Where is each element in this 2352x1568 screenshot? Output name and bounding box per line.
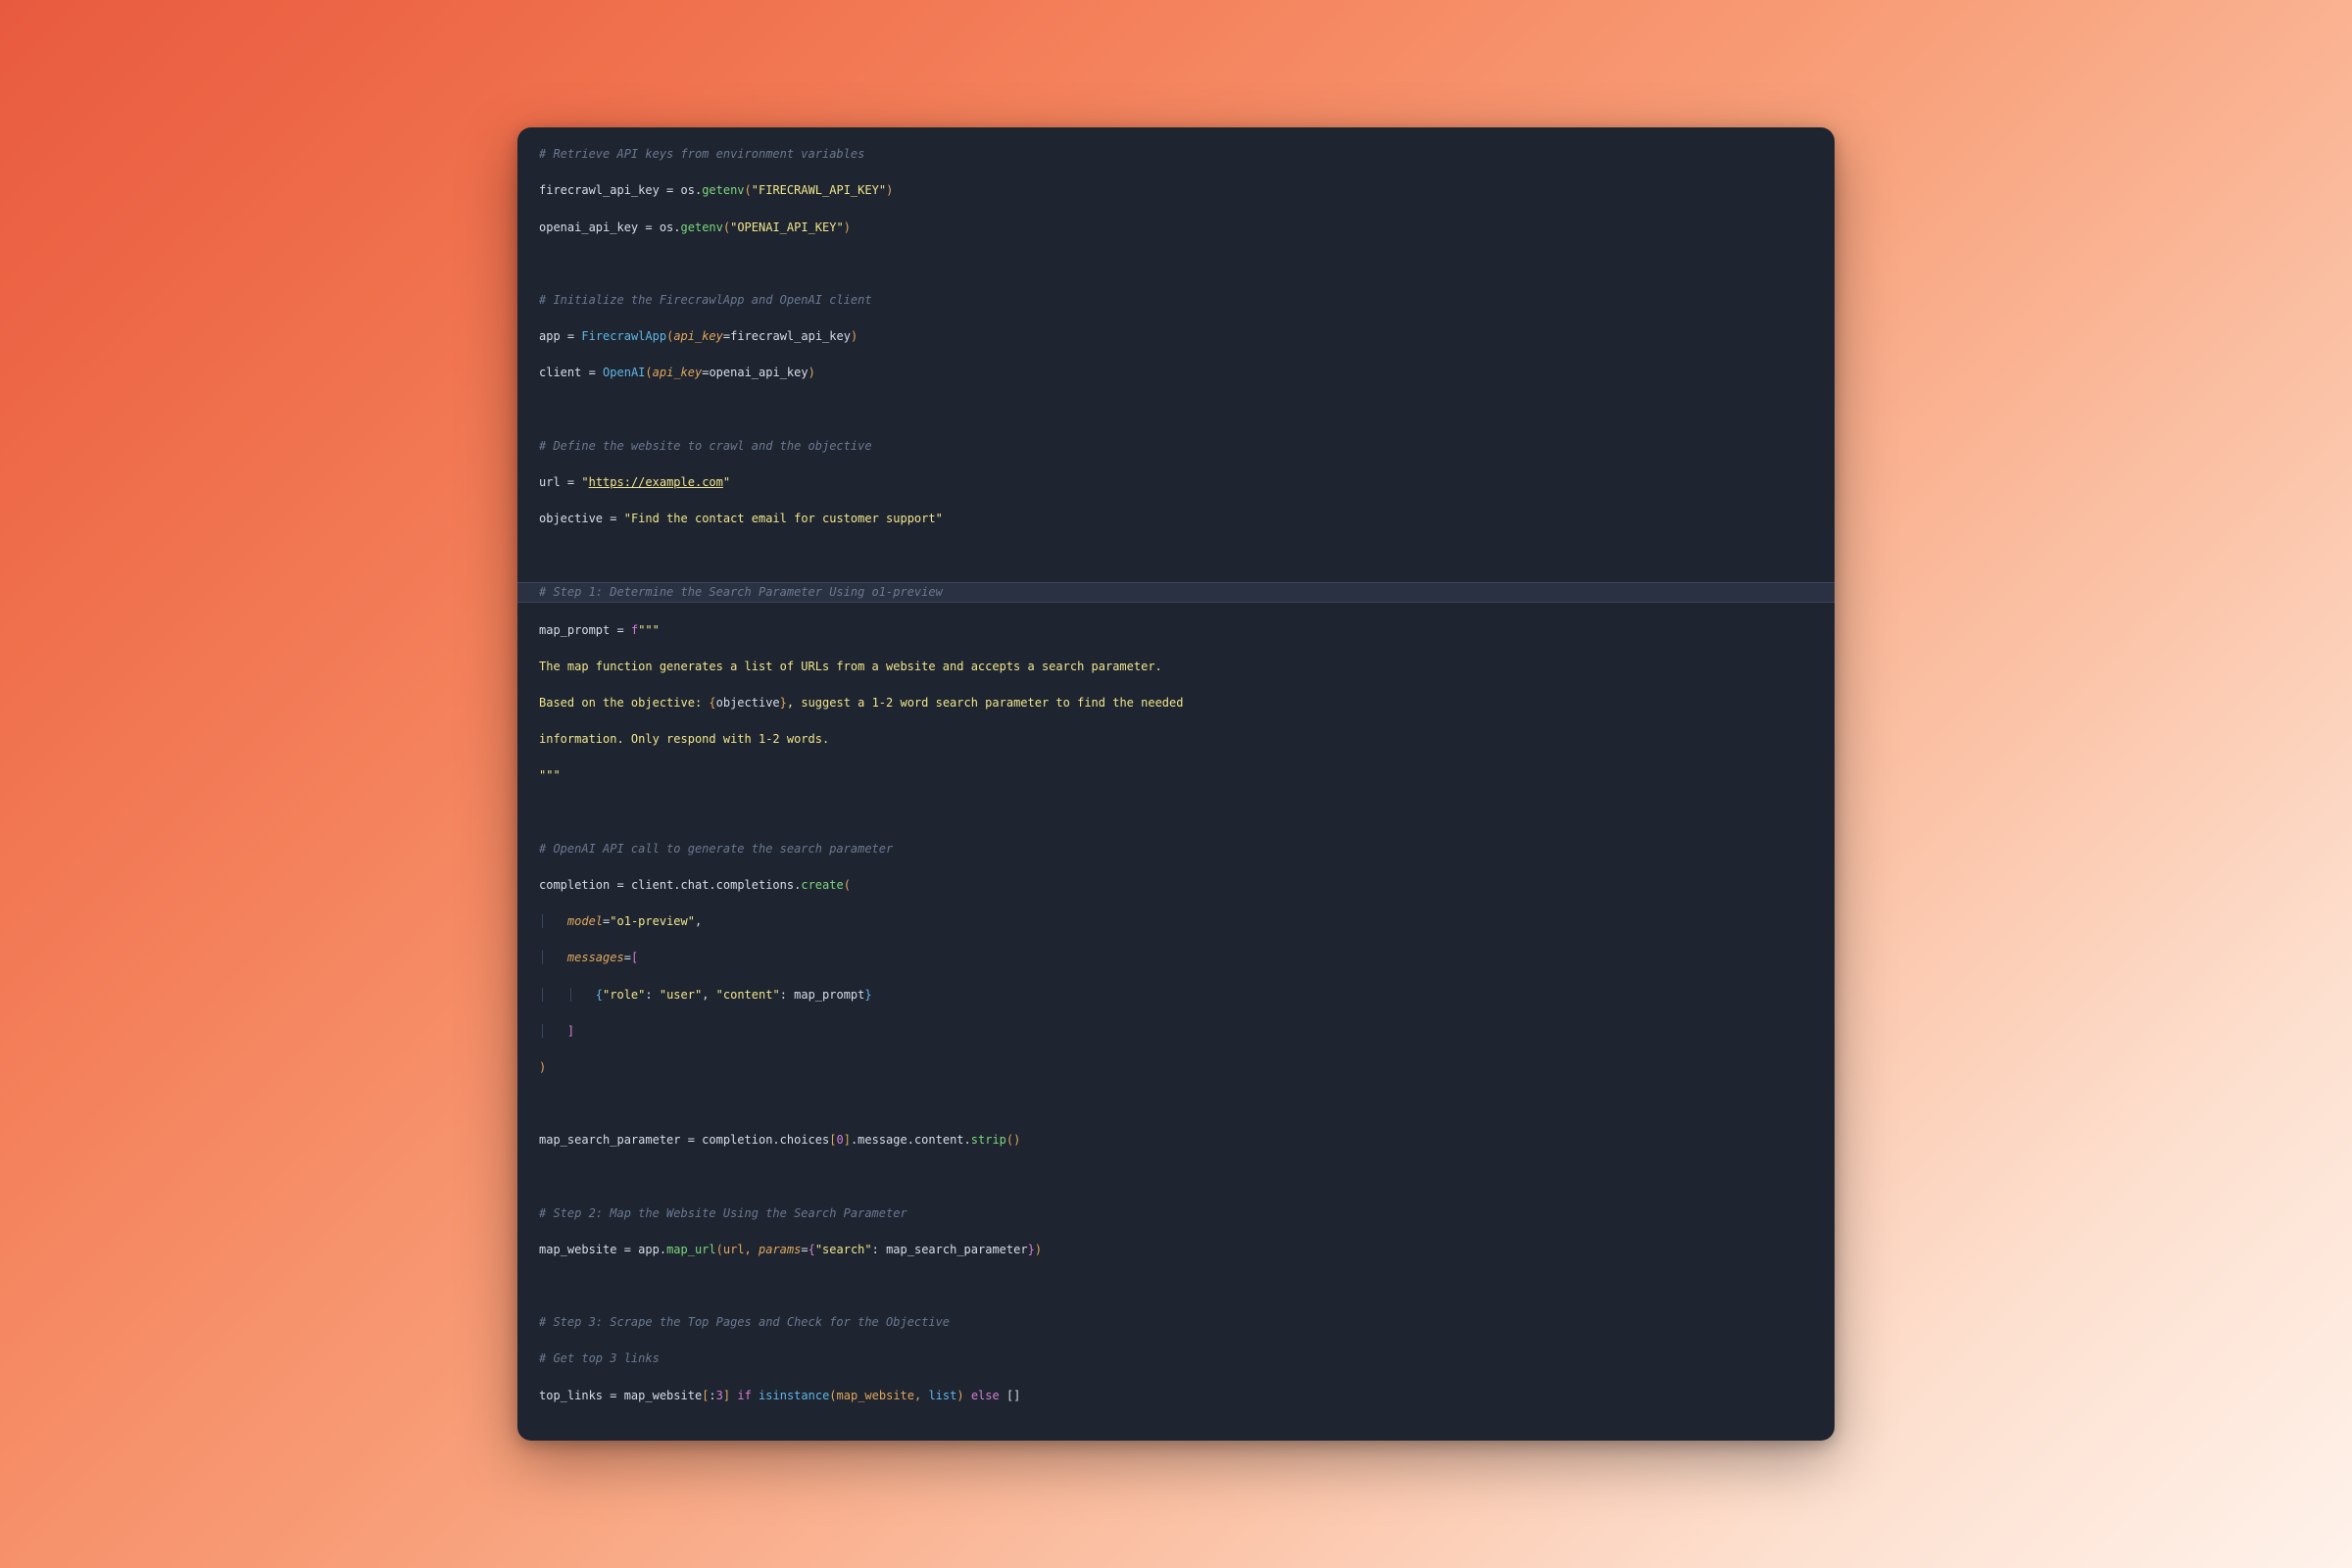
comment: # Get top 3 links bbox=[539, 1351, 660, 1365]
code-block[interactable]: # Retrieve API keys from environment var… bbox=[517, 145, 1835, 1423]
comment: # Initialize the FirecrawlApp and OpenAI… bbox=[539, 293, 872, 307]
code-text: firecrawl_api_key bbox=[539, 183, 666, 197]
comment: # Step 3: Scrape the Top Pages and Check… bbox=[539, 1315, 950, 1329]
comment: # Retrieve API keys from environment var… bbox=[539, 147, 864, 161]
comment: # Step 2: Map the Website Using the Sear… bbox=[539, 1206, 907, 1220]
comment: # Define the website to crawl and the ob… bbox=[539, 439, 872, 453]
highlighted-line: # Step 1: Determine the Search Parameter… bbox=[517, 582, 1835, 603]
code-editor-window: # Retrieve API keys from environment var… bbox=[517, 127, 1835, 1441]
comment: # OpenAI API call to generate the search… bbox=[539, 842, 893, 856]
